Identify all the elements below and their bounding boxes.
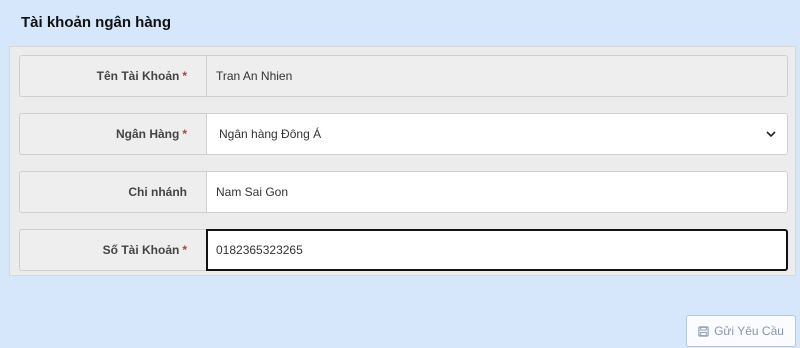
account-name-field[interactable]: Tran An Nhien	[206, 55, 788, 97]
branch-label: Chi nhánh	[19, 171, 206, 213]
required-marker: *	[182, 127, 187, 141]
form-row-branch: Chi nhánh Nam Sai Gon	[19, 171, 788, 213]
branch-input[interactable]: Nam Sai Gon	[206, 171, 788, 213]
form-row-account-name: Tên Tài Khoản * Tran An Nhien	[19, 55, 788, 97]
section-header: Tài khoản ngân hàng	[0, 0, 800, 46]
required-marker: *	[182, 243, 187, 257]
bank-label: Ngân Hàng *	[19, 113, 206, 155]
account-name-label: Tên Tài Khoản *	[19, 55, 206, 97]
chevron-down-icon	[766, 131, 776, 138]
form-row-bank: Ngân Hàng * Ngân hàng Đông Á	[19, 113, 788, 155]
submit-request-button[interactable]: Gửi Yêu Cầu	[686, 315, 796, 347]
account-number-label: Số Tài Khoản *	[19, 229, 206, 271]
bank-account-form: Tên Tài Khoản * Tran An Nhien Ngân Hàng * …	[9, 46, 796, 276]
required-marker: *	[182, 69, 187, 83]
save-icon	[698, 325, 709, 337]
bank-select[interactable]: Ngân hàng Đông Á	[206, 113, 788, 155]
page-title: Tài khoản ngân hàng	[21, 14, 172, 31]
form-row-account-number: Số Tài Khoản * 0182365323265	[19, 229, 788, 271]
account-number-input[interactable]: 0182365323265	[206, 229, 788, 271]
